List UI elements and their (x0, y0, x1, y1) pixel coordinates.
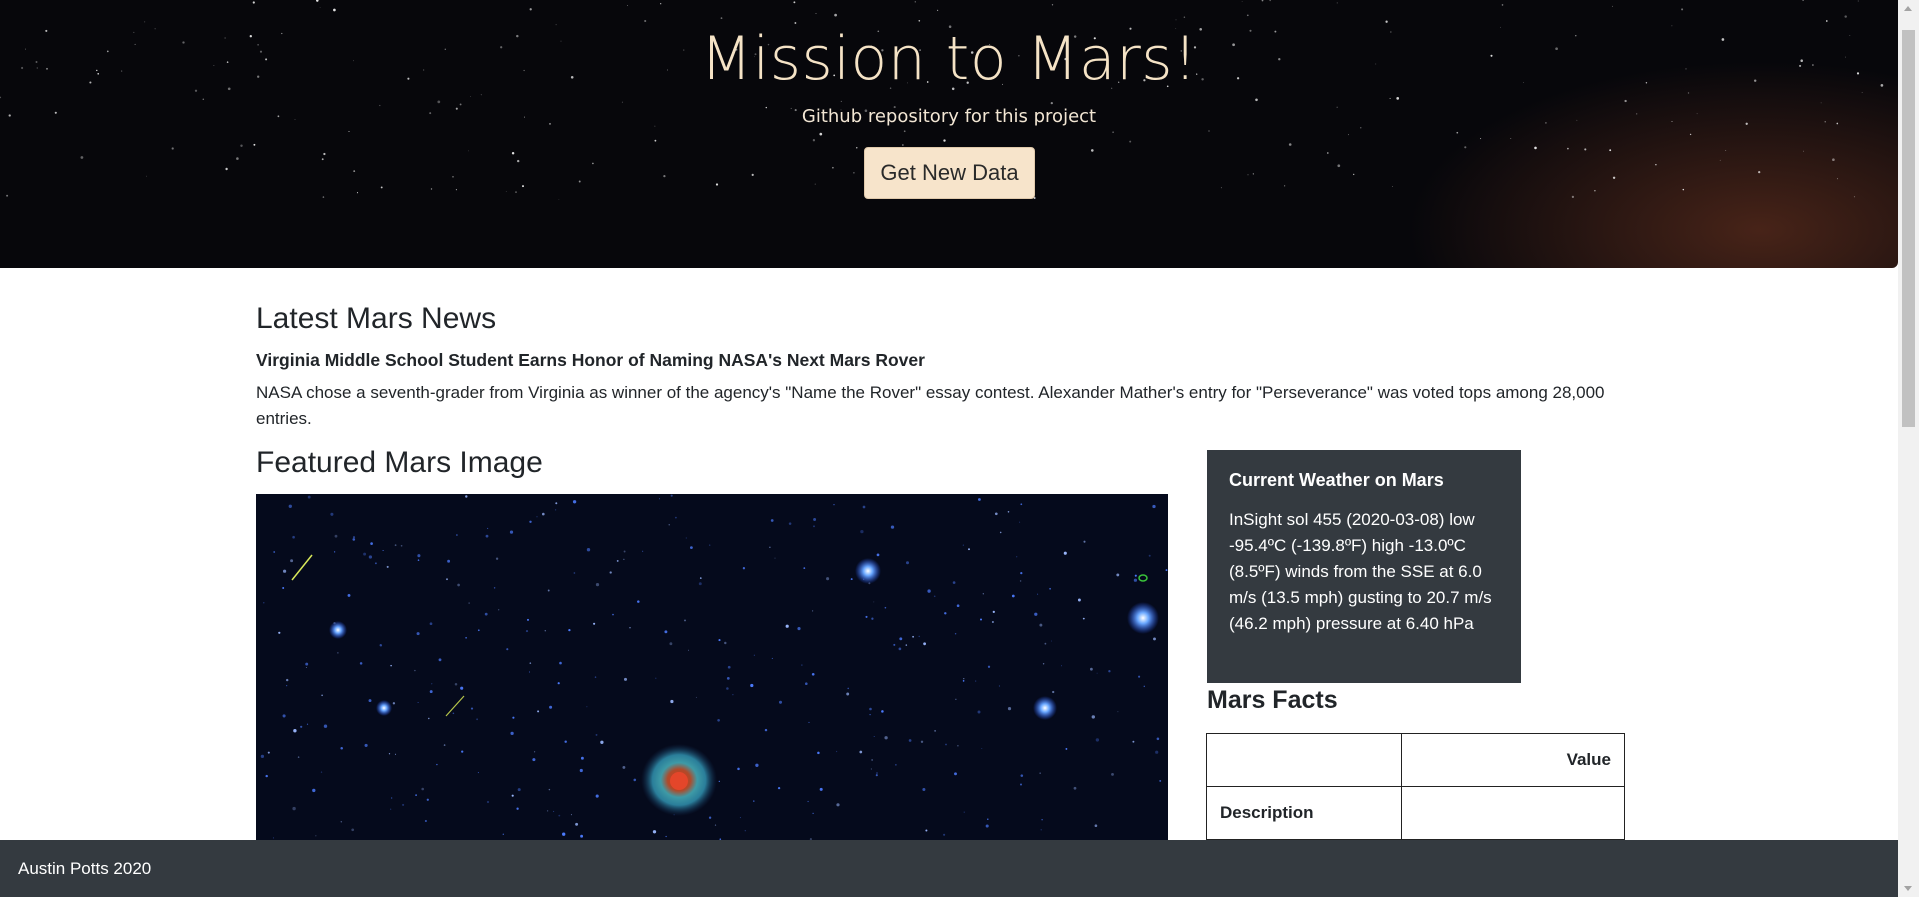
scrollbar-thumb[interactable] (1902, 30, 1915, 427)
scroll-down-arrow-icon[interactable] (1904, 886, 1912, 891)
news-section-heading: Latest Mars News (256, 302, 497, 335)
news-body: NASA chose a seventh-grader from Virgini… (256, 383, 1605, 428)
footer: Austin Potts 2020 (0, 840, 1898, 897)
column-header-value: Value (1401, 733, 1625, 787)
hero-banner: Mission to Mars! Github repository for t… (0, 0, 1898, 268)
nebula-image (260, 494, 1168, 840)
footer-text: Austin Potts 2020 (18, 859, 152, 878)
row-value (1401, 786, 1625, 840)
featured-image-heading: Featured Mars Image (256, 446, 543, 479)
scroll-up-arrow-icon[interactable] (1904, 6, 1912, 11)
vertical-scrollbar[interactable] (1898, 0, 1919, 897)
table-row: Description (1206, 786, 1625, 840)
column-header-label (1206, 733, 1402, 787)
featured-mars-image[interactable] (256, 494, 1168, 840)
row-label: Description (1206, 786, 1402, 840)
mars-facts-table: Value Description (1206, 733, 1625, 840)
weather-text: InSight sol 455 (2020-03-08) low -95.4ºC… (1229, 510, 1492, 633)
weather-heading: Current Weather on Mars (1229, 470, 1444, 490)
page-title: Mission to Mars! (700, 24, 1198, 94)
news-title: Virginia Middle School Student Earns Hon… (256, 350, 925, 370)
weather-card: Current Weather on Mars InSight sol 455 … (1207, 450, 1521, 683)
get-new-data-button[interactable]: Get New Data (864, 147, 1035, 199)
table-header-row: Value (1206, 733, 1625, 787)
facts-heading: Mars Facts (1207, 686, 1338, 714)
github-repo-link[interactable]: Github repository for this project (0, 106, 1898, 127)
